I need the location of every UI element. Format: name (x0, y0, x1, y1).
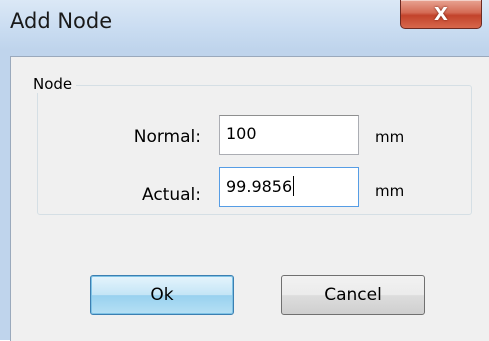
actual-value: 99.9856 (226, 177, 293, 196)
text-caret (293, 176, 295, 196)
close-icon: X (434, 3, 448, 25)
cancel-button-label: Cancel (324, 285, 382, 305)
actual-label: Actual: (142, 185, 201, 205)
normal-value: 100 (226, 124, 257, 143)
window-title: Add Node (10, 9, 113, 33)
title-bar[interactable]: Add Node X (0, 0, 489, 56)
normal-input[interactable]: 100 (219, 115, 359, 155)
actual-input[interactable]: 99.9856 (219, 167, 359, 207)
actual-unit: mm (375, 182, 405, 200)
add-node-dialog: Add Node X Node Normal: 100 mm Actual: 9… (0, 0, 489, 341)
ok-button-label: Ok (150, 285, 174, 305)
normal-label: Normal: (133, 127, 201, 147)
cancel-button[interactable]: Cancel (281, 275, 425, 315)
normal-unit: mm (375, 128, 405, 146)
dialog-body: Node Normal: 100 mm Actual: 99.9856 mm O… (10, 56, 489, 341)
group-legend: Node (29, 75, 77, 93)
close-button[interactable]: X (400, 0, 482, 29)
ok-button[interactable]: Ok (90, 275, 234, 315)
